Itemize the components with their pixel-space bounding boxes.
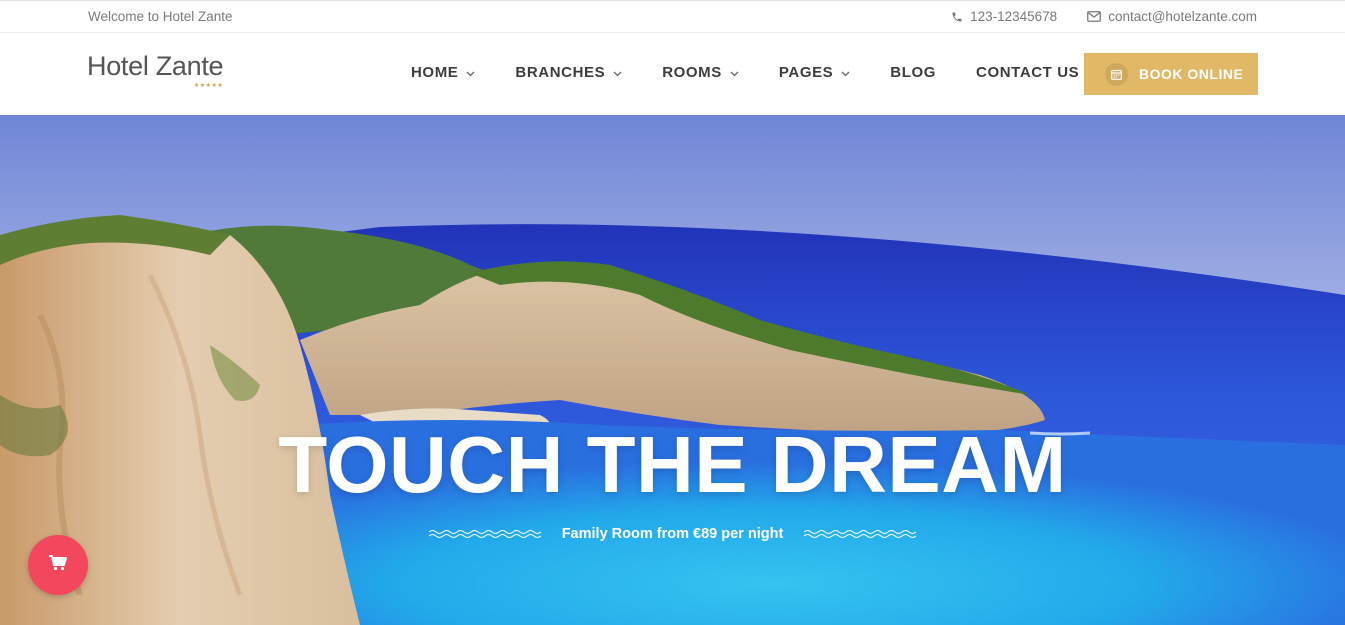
nav-item-pages[interactable]: PAGES xyxy=(779,64,850,81)
email-address: contact@hotelzante.com xyxy=(1108,9,1257,24)
hero-subtitle: Family Room from €89 per night xyxy=(561,526,784,542)
book-online-button[interactable]: BOOK ONLINE xyxy=(1084,53,1258,95)
chevron-down-icon xyxy=(841,64,850,81)
nav-label: BRANCHES xyxy=(515,64,606,81)
wave-divider-icon xyxy=(804,530,917,538)
shopping-cart-icon xyxy=(49,554,67,576)
phone-link[interactable]: 123-12345678 xyxy=(951,9,1057,24)
email-link[interactable]: contact@hotelzante.com xyxy=(1087,9,1257,24)
wave-divider-icon xyxy=(428,530,541,538)
site-logo[interactable]: Hotel Zante ★★★★★ xyxy=(87,51,224,90)
hero-title: TOUCH THE DREAM xyxy=(278,420,1067,509)
welcome-text: Welcome to Hotel Zante xyxy=(88,9,233,24)
nav-item-branches[interactable]: BRANCHES xyxy=(515,64,622,81)
hero-background-image xyxy=(0,115,1345,625)
main-header: Hotel Zante ★★★★★ HOME BRANCHES ROOMS PA… xyxy=(0,33,1345,115)
nav-item-blog[interactable]: BLOG xyxy=(890,64,936,81)
nav-label: BLOG xyxy=(890,64,937,81)
nav-item-home[interactable]: HOME xyxy=(411,64,475,81)
nav-item-rooms[interactable]: ROOMS xyxy=(662,64,739,81)
calendar-icon xyxy=(1105,62,1128,86)
chevron-down-icon xyxy=(613,64,622,81)
logo-stars: ★★★★★ xyxy=(193,83,224,89)
hero-slider: TOUCH THE DREAM Family Room from €89 per… xyxy=(0,115,1345,625)
logo-text: Hotel Zante xyxy=(87,51,224,81)
phone-number: 123-12345678 xyxy=(970,9,1058,24)
chevron-down-icon xyxy=(466,64,475,81)
main-nav: HOME BRANCHES ROOMS PAGES BLOG CONTACT U… xyxy=(411,64,1079,81)
chevron-down-icon xyxy=(730,64,739,81)
phone-icon xyxy=(951,11,963,23)
envelope-icon xyxy=(1087,11,1102,22)
cart-button[interactable] xyxy=(28,535,88,595)
top-info-bar: Welcome to Hotel Zante 123-12345678 cont… xyxy=(0,0,1345,33)
nav-item-contact-us[interactable]: CONTACT US xyxy=(976,64,1079,81)
book-online-label: BOOK ONLINE xyxy=(1139,66,1244,82)
contact-info: 123-12345678 contact@hotelzante.com xyxy=(951,9,1257,24)
nav-label: HOME xyxy=(411,64,459,81)
hero-subtitle-row: Family Room from €89 per night xyxy=(0,526,1345,542)
nav-label: ROOMS xyxy=(662,64,722,81)
nav-label: CONTACT US xyxy=(976,64,1080,81)
nav-label: PAGES xyxy=(778,64,834,81)
